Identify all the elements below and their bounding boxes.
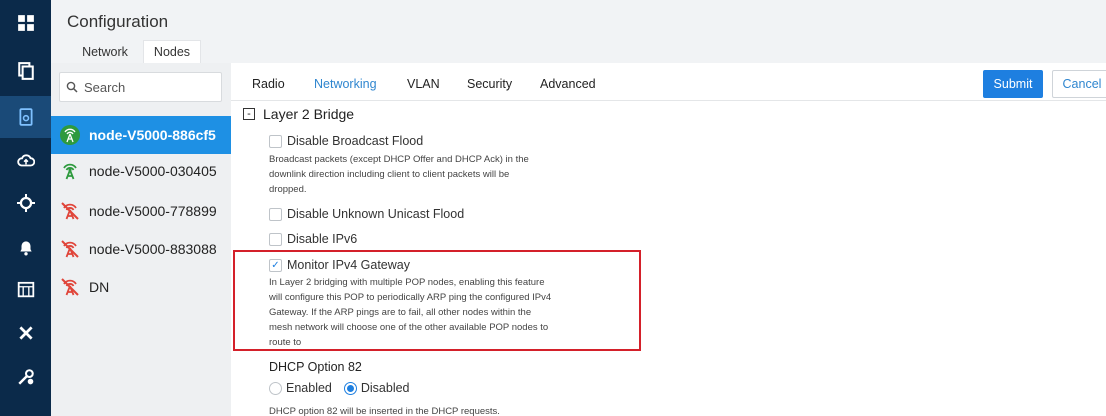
page-title: Configuration [67, 12, 169, 31]
divider [231, 100, 1106, 101]
disable-ipv6-option[interactable]: Disable IPv6 [269, 232, 357, 246]
dhcp82-radio-group: Enabled Disabled [269, 381, 410, 395]
node-name: node-V5000-778899 [89, 203, 217, 219]
settings-icon[interactable] [0, 356, 51, 398]
node-list-panel: node-V5000-886cf5 node-V5000-030405 node… [51, 63, 231, 416]
radio-disabled[interactable] [343, 381, 357, 395]
disable-broadcast-flood-option[interactable]: Disable Broadcast Flood [269, 134, 423, 148]
desc-line: mesh network will choose one of the othe… [269, 322, 549, 333]
search-icon [66, 81, 78, 93]
calendar-icon[interactable] [0, 268, 51, 310]
node-item[interactable]: node-V5000-030405 [51, 152, 231, 190]
left-rail [0, 0, 51, 416]
section-title-layer2: Layer 2 Bridge [263, 106, 355, 122]
node-name: node-V5000-886cf5 [89, 127, 216, 143]
broadcast-flood-description: Broadcast packets (except DHCP Offer and… [269, 152, 529, 197]
monitor-ipv4-gateway-checkbox[interactable]: ✓ [269, 258, 282, 272]
node-online-icon [60, 125, 80, 145]
search-input[interactable] [84, 79, 214, 95]
copy-icon[interactable] [0, 50, 51, 92]
radio-label-enabled: Enabled [286, 381, 332, 395]
node-item[interactable]: node-V5000-883088 [51, 230, 231, 268]
collapse-toggle[interactable]: - [243, 108, 255, 120]
target-icon[interactable] [0, 182, 51, 224]
submit-button[interactable]: Submit [983, 70, 1043, 98]
node-item[interactable]: node-V5000-886cf5 [51, 116, 231, 154]
tab-radio[interactable]: Radio [252, 77, 285, 91]
main-panel: Radio Networking VLAN Security Advanced … [231, 63, 1106, 416]
desc-line: will configure this POP to periodically … [269, 292, 552, 303]
monitor-ipv4-description: In Layer 2 bridging with multiple POP no… [269, 275, 551, 350]
node-offline-icon [61, 240, 79, 258]
desc-line: Broadcast packets (except DHCP Offer and… [269, 154, 529, 165]
node-offline-icon [61, 202, 79, 220]
desc-line: route to [269, 337, 302, 348]
search-box[interactable] [59, 72, 222, 102]
dhcp82-title: DHCP Option 82 [269, 360, 362, 374]
node-name: DN [89, 279, 110, 295]
desc-line: downlink direction including client to c… [269, 169, 510, 180]
checkbox-label: Disable IPv6 [287, 232, 358, 246]
tab-vlan[interactable]: VLAN [407, 77, 440, 91]
node-online-icon [63, 163, 77, 180]
disable-ipv6-checkbox[interactable] [269, 232, 282, 246]
cancel-button[interactable]: Cancel [1052, 70, 1106, 98]
tab-nodes[interactable]: Nodes [143, 40, 201, 63]
disable-unknown-unicast-flood-option[interactable]: Disable Unknown Unicast Flood [269, 207, 464, 221]
desc-line: dropped. [269, 184, 307, 195]
desc-line: Gateway. If the ARP pings are to fail, a… [269, 307, 532, 318]
dashboard-icon[interactable] [0, 2, 51, 44]
disable-broadcast-flood-checkbox[interactable] [269, 134, 282, 148]
node-item[interactable]: node-V5000-778899 [51, 192, 231, 230]
bell-icon[interactable] [0, 226, 51, 268]
dhcp82-description: DHCP option 82 will be inserted in the D… [269, 406, 500, 416]
tools-icon[interactable] [0, 312, 51, 354]
checkbox-label: Disable Broadcast Flood [287, 134, 424, 148]
app: Configuration Network Nodes node-V5000-8… [0, 0, 1106, 416]
radio-enabled[interactable] [269, 381, 282, 395]
node-item[interactable]: DN [51, 268, 231, 306]
config-icon[interactable] [0, 96, 51, 138]
checkbox-label: Disable Unknown Unicast Flood [287, 207, 465, 221]
checkbox-label: Monitor IPv4 Gateway [287, 258, 410, 272]
node-name: node-V5000-030405 [89, 163, 217, 179]
cloud-upload-icon[interactable] [0, 140, 51, 182]
tab-advanced[interactable]: Advanced [540, 77, 596, 91]
node-offline-icon [61, 278, 79, 296]
desc-line: In Layer 2 bridging with multiple POP no… [269, 277, 545, 288]
monitor-ipv4-gateway-option[interactable]: ✓ Monitor IPv4 Gateway [269, 258, 410, 272]
tab-networking[interactable]: Networking [314, 77, 377, 91]
disable-unknown-unicast-flood-checkbox[interactable] [269, 207, 282, 221]
radio-label-disabled: Disabled [360, 381, 410, 395]
tab-network[interactable]: Network [71, 40, 139, 63]
node-name: node-V5000-883088 [89, 241, 217, 257]
tab-security[interactable]: Security [467, 77, 512, 91]
header: Configuration Network Nodes [51, 0, 1106, 63]
